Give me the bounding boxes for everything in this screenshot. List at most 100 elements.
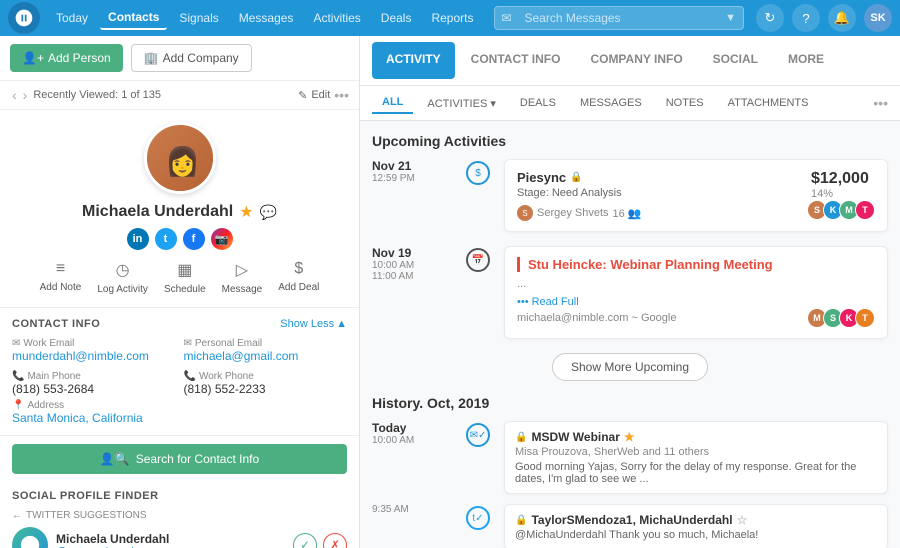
deal-card: Piesync 🔒 Stage: Need Analysis S Sergey … [504, 159, 888, 232]
subtab-messages[interactable]: MESSAGES [570, 93, 652, 113]
personal-email-icon: ✉ [184, 338, 192, 349]
personal-email-item: ✉ Personal Email michaela@gmail.com [184, 338, 348, 363]
lock-icon: 🔒 [515, 432, 527, 443]
subtab-more[interactable]: ••• [873, 95, 888, 111]
nav-deals[interactable]: Deals [373, 7, 420, 29]
breadcrumb-prev[interactable]: ‹ [10, 87, 19, 103]
show-less-button[interactable]: Show Less ▲ [280, 318, 347, 330]
nav-today[interactable]: Today [48, 7, 96, 29]
show-more-button[interactable]: Show More Upcoming [552, 353, 708, 381]
subtab-deals[interactable]: DEALS [510, 93, 566, 113]
schedule-action[interactable]: ▦ Schedule [164, 260, 206, 295]
add-deal-icon: $ [294, 260, 303, 278]
nav-activities[interactable]: Activities [305, 7, 368, 29]
history-entry-1: Today 10:00 AM ✉✓ 🔒 MSDW Webinar ★ Misa … [372, 421, 888, 494]
location-icon: 📍 [12, 400, 24, 411]
facebook-icon[interactable]: f [183, 228, 205, 250]
contact-info-title: CONTACT INFO [12, 318, 100, 330]
add-company-button[interactable]: 🏢 Add Company [131, 44, 252, 72]
subtab-all[interactable]: ALL [372, 92, 413, 114]
suggestion-name: Michaela Underdahl [56, 532, 285, 546]
suggestion-accept-button[interactable]: ✓ [293, 533, 317, 548]
add-note-icon: ≡ [56, 260, 65, 278]
twitter-check-icon: t✓ [466, 506, 490, 530]
twitter-icon[interactable]: t [155, 228, 177, 250]
help-button[interactable]: ? [792, 4, 820, 32]
more-options-button[interactable]: ••• [334, 87, 349, 103]
nav-actions: ↻ ? 🔔 SK [756, 4, 892, 32]
history-date-label: Today [372, 421, 452, 435]
profile-name-row: Michaela Underdahl ★ 💬 [10, 202, 349, 222]
participant-avatars: S K M T [811, 200, 875, 220]
tab-more[interactable]: MORE [774, 42, 838, 79]
history-time-2: 9:35 AM [372, 504, 452, 515]
avatar-image: 👩 [147, 125, 216, 194]
profile-star[interactable]: ★ [239, 202, 253, 222]
breadcrumb-next[interactable]: › [21, 87, 30, 103]
suggestion-reject-button[interactable]: ✗ [323, 533, 347, 548]
email-icon: ✉ [12, 338, 20, 349]
show-more-container: Show More Upcoming [372, 353, 888, 381]
add-person-button[interactable]: 👤+ Add Note Add Person [10, 44, 123, 72]
work-phone-value[interactable]: (818) 552-2233 [184, 382, 348, 396]
star-empty-icon[interactable]: ☆ [737, 513, 748, 527]
subtab-attachments[interactable]: ATTACHMENTS [718, 93, 819, 113]
meeting-title[interactable]: Stu Heincke: Webinar Planning Meeting [517, 257, 875, 272]
main-phone-value[interactable]: (818) 553-2684 [12, 382, 176, 396]
linkedin-icon[interactable]: in [127, 228, 149, 250]
work-email-item: ✉ Work Email munderdahl@nimble.com [12, 338, 176, 363]
profile-section: 👩 Michaela Underdahl ★ 💬 in t f 📷 ≡ Add … [0, 110, 359, 308]
meeting-icon-container: 📅 [462, 246, 494, 339]
personal-email-value[interactable]: michaela@gmail.com [184, 349, 348, 363]
contacts-count: 16 👥 [613, 207, 642, 220]
meeting-time-end: 11:00 AM [372, 271, 452, 282]
history-icon-email: ✉✓ [462, 421, 494, 494]
schedule-icon: ▦ [177, 260, 192, 280]
work-phone-item: 📞 Work Phone (818) 552-2233 [184, 371, 348, 396]
social-icons: in t f 📷 [10, 228, 349, 250]
log-activity-action[interactable]: ◷ Log Activity [97, 260, 148, 295]
nav-messages[interactable]: Messages [231, 7, 302, 29]
add-note-action[interactable]: ≡ Add Note [40, 260, 82, 295]
contact-info-grid: ✉ Work Email munderdahl@nimble.com ✉ Per… [12, 338, 347, 396]
instagram-icon[interactable]: 📷 [211, 228, 233, 250]
contact-info-section: CONTACT INFO Show Less ▲ ✉ Work Email mu… [0, 308, 359, 436]
log-activity-icon: ◷ [116, 260, 130, 280]
history-entry-2: 9:35 AM t✓ 🔒 TaylorSMendoza1, MichaUnder… [372, 504, 888, 548]
notifications-button[interactable]: 🔔 [828, 4, 856, 32]
meeting-participant-4: T [855, 308, 875, 328]
breadcrumb-text: Recently Viewed: 1 of 135 [33, 89, 294, 101]
add-deal-action[interactable]: $ Add Deal [278, 260, 319, 295]
meeting-time-start: 10:00 AM [372, 260, 452, 271]
logo[interactable] [8, 2, 40, 34]
work-email-value[interactable]: munderdahl@nimble.com [12, 349, 176, 363]
tab-social[interactable]: SOCIAL [699, 42, 772, 79]
suggestion-actions: ✓ ✗ [293, 533, 347, 548]
search-contact-button[interactable]: 👤🔍 Search for Contact Info [12, 444, 347, 474]
search-dropdown-icon[interactable]: ▼ [725, 12, 736, 24]
read-full-button[interactable]: ••• Read Full [517, 296, 875, 308]
tab-contact-info[interactable]: CONTACT INFO [457, 42, 575, 79]
history-card-1-subtitle: Misa Prouzova, SherWeb and 11 others [515, 446, 877, 458]
history-card-1-preview: Good morning Yajas, Sorry for the delay … [515, 461, 877, 485]
deal-name[interactable]: Piesync 🔒 [517, 170, 642, 185]
message-action[interactable]: ▷ Message [222, 260, 263, 295]
tab-activity[interactable]: ACTIVITY [372, 42, 455, 79]
nav-signals[interactable]: Signals [171, 7, 226, 29]
search-contact-icon: 👤🔍 [100, 452, 130, 466]
edit-button[interactable]: ✎ Edit [298, 89, 330, 102]
star-icon[interactable]: ★ [624, 430, 635, 444]
subtab-notes[interactable]: NOTES [656, 93, 714, 113]
contact-info-header: CONTACT INFO Show Less ▲ [12, 318, 347, 330]
subtab-activities[interactable]: ACTIVITIES ▾ [417, 93, 505, 114]
whatsapp-icon[interactable]: 💬 [260, 204, 277, 221]
search-input[interactable] [494, 6, 745, 30]
nav-reports[interactable]: Reports [423, 7, 481, 29]
address-value[interactable]: Santa Monica, California [12, 411, 347, 425]
nav-contacts[interactable]: Contacts [100, 6, 167, 30]
refresh-button[interactable]: ↻ [756, 4, 784, 32]
activity-tabs: ACTIVITY CONTACT INFO COMPANY INFO SOCIA… [360, 36, 900, 86]
user-avatar[interactable]: SK [864, 4, 892, 32]
deal-right: $12,000 14% S K M T [811, 170, 875, 220]
tab-company-info[interactable]: COMPANY INFO [576, 42, 696, 79]
